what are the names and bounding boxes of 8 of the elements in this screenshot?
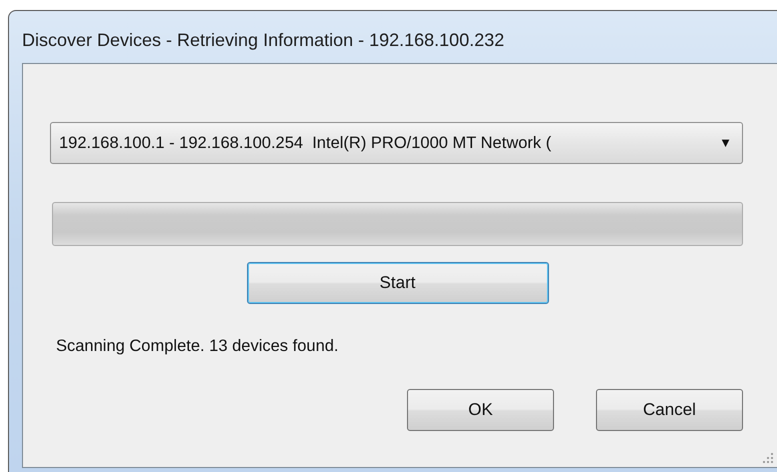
start-button[interactable]: Start xyxy=(246,262,548,304)
dropdown-arrow-icon[interactable]: ▼ xyxy=(719,133,732,153)
window-title: Discover Devices - Retrieving Information - 192.168.100.232 xyxy=(22,29,506,52)
status-text: Scanning Complete. 13 devices found. xyxy=(56,336,340,357)
cancel-button[interactable]: Cancel xyxy=(596,388,743,431)
range-dropdown[interactable]: 192.168.100.1 - 192.168.100.254 Intel(R) PRO/1000 MT Network ( ▼ xyxy=(50,122,743,164)
ok-button[interactable]: OK xyxy=(407,388,554,431)
resize-grip-icon[interactable] xyxy=(763,453,773,463)
